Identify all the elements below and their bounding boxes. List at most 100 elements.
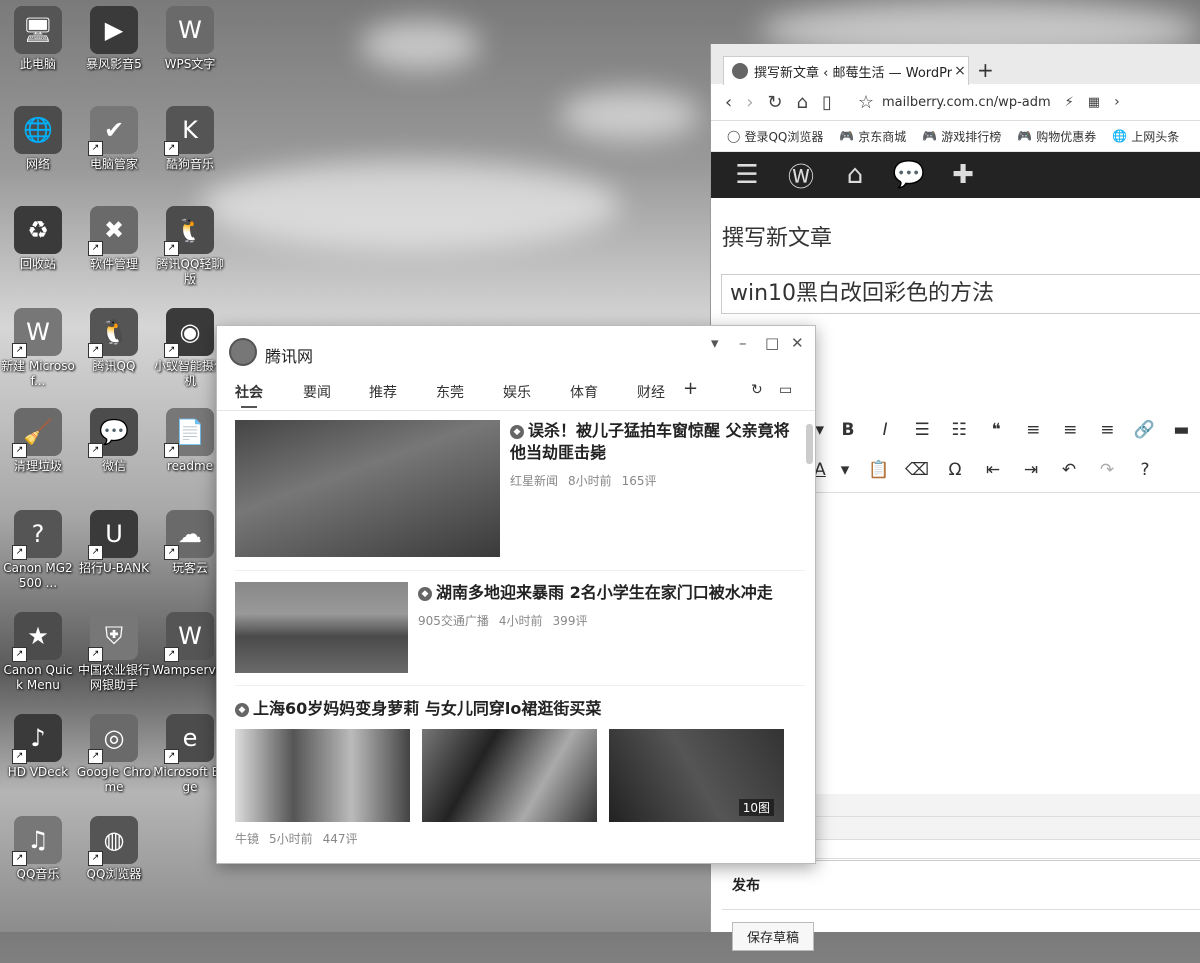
desktop-icon[interactable]: ◍ ↗ QQ浏览器 [76, 816, 152, 882]
desktop-icon[interactable]: 🌐 网络 [0, 106, 76, 172]
help-icon[interactable]: ? [1126, 460, 1164, 480]
news-tab[interactable]: 娱乐 [503, 382, 531, 402]
news-tab[interactable]: 社会 [235, 382, 263, 408]
reload-icon[interactable]: ↻ [767, 92, 782, 113]
post-title-input[interactable]: win10黑白改回彩色的方法 [721, 274, 1200, 314]
message-icon[interactable]: ▭ [779, 382, 792, 398]
news-tab[interactable]: 推荐 [369, 382, 397, 402]
address-bar[interactable]: mailberry.com.cn/wp-adm [882, 95, 1051, 110]
special-character-icon[interactable]: Ω [936, 460, 974, 480]
article-image[interactable]: 10图 [609, 729, 784, 822]
desktop-icon[interactable]: ⛨ ↗ 中国农业银行网银助手 [76, 612, 152, 693]
align-right-icon[interactable]: ≡ [1089, 420, 1126, 440]
desktop-icon[interactable]: 🐧 ↗ 腾讯QQ [76, 308, 152, 374]
dropdown-icon[interactable]: ▾ [711, 334, 719, 352]
reading-mode-icon[interactable]: ▯ [822, 92, 832, 113]
news-tab[interactable]: 财经 [637, 382, 665, 402]
news-tab[interactable]: 东莞 [436, 382, 464, 402]
wordpress-logo-icon[interactable]: Ⓦ [783, 157, 819, 194]
lightning-icon[interactable]: ⚡ [1065, 95, 1074, 110]
more-chevron-icon[interactable]: › [1114, 94, 1120, 110]
toolbar-toggle-icon[interactable]: ▬ [1163, 420, 1200, 440]
app-icon: 🌐 [14, 106, 62, 154]
bookmark-icon: ◯ [727, 129, 741, 143]
app-glyph-icon: ◎ [103, 724, 125, 752]
article-title[interactable]: ◆ 误杀！被儿子猛拍车窗惊醒 父亲竟将他当劫匪击毙 [510, 420, 802, 464]
app-icon: ★ ↗ [12, 612, 62, 662]
home-icon[interactable]: ⌂ [797, 92, 808, 113]
bullet-list-icon[interactable]: ☰ [904, 420, 941, 440]
bold-icon[interactable]: B [830, 420, 867, 440]
blockquote-icon[interactable]: ❝ [978, 420, 1015, 440]
app-glyph-icon: 🧹 [23, 418, 53, 446]
desktop-icon[interactable]: 💬 ↗ 微信 [76, 408, 152, 474]
align-left-icon[interactable]: ≡ [1015, 420, 1052, 440]
italic-icon[interactable]: I [867, 420, 904, 440]
qr-code-icon[interactable]: ▦ [1088, 95, 1100, 110]
desktop-icon[interactable]: U ↗ 招行U-BANK [76, 510, 152, 576]
text-color-dropdown-icon[interactable]: ▾ [830, 460, 860, 480]
article-title[interactable]: ◆ 湖南多地迎来暴雨 2名小学生在家门口被水冲走 [418, 582, 798, 604]
desktop-icon[interactable]: 🧹 ↗ 清理垃圾 [0, 408, 76, 474]
new-tab-button[interactable]: + [977, 58, 994, 82]
close-icon[interactable]: ✕ [791, 334, 804, 352]
bookmark-item[interactable]: 🎮 京东商城 [839, 128, 906, 145]
app-glyph-icon: 🐧 [99, 318, 129, 346]
desktop-icon[interactable]: ♻ 回收站 [0, 206, 76, 272]
outdent-icon[interactable]: ⇤ [974, 460, 1012, 480]
refresh-icon[interactable]: ↻ [751, 382, 763, 398]
desktop-icon[interactable]: W WPS文字 [152, 6, 228, 72]
new-content-icon[interactable]: ✚ [945, 160, 981, 190]
tab-close-icon[interactable]: × [952, 63, 968, 79]
desktop-icon[interactable]: 🖥 此电脑 [0, 6, 76, 72]
desktop-icon[interactable]: ♫ ↗ QQ音乐 [0, 816, 76, 882]
bookmark-item[interactable]: 🌐 上网头条 [1112, 128, 1179, 145]
desktop-icon[interactable]: ◎ ↗ Google Chrome [76, 714, 152, 795]
app-glyph-icon: e [182, 724, 198, 752]
article-image[interactable] [422, 729, 597, 822]
desktop-icon[interactable]: ▶ 暴风影音5 [76, 6, 152, 72]
news-tab[interactable]: 体育 [570, 382, 598, 402]
add-tab-icon[interactable]: + [683, 378, 698, 399]
bookmark-item[interactable]: ◯ 登录QQ浏览器 [727, 128, 823, 145]
desktop-icon[interactable]: 🐧 ↗ 腾讯QQ轻聊版 [152, 206, 228, 287]
article-image[interactable] [235, 729, 410, 822]
desktop-icon[interactable]: ♪ ↗ HD VDeck [0, 714, 76, 780]
post-content-editor[interactable] [810, 492, 1200, 793]
save-draft-button[interactable]: 保存草稿 [732, 922, 815, 951]
comments-icon[interactable]: 💬 [891, 160, 927, 190]
browser-tab[interactable]: 撰写新文章 ‹ 邮莓生活 — WordPress × [723, 56, 969, 85]
numbered-list-icon[interactable]: ☷ [941, 420, 978, 440]
desktop-icon-label: 清理垃圾 [13, 459, 62, 473]
desktop-icon-label: 微信 [101, 459, 126, 473]
maximize-icon[interactable]: □ [765, 334, 779, 352]
editor-toolbar: ▾ B I ☰ ☷ ❝ ≡ ≡ ≡ 🔗 ▬ A ▾ 📋 ⌫ Ω ⇤ ⇥ ↶ ↷ … [810, 410, 1200, 490]
home-icon[interactable]: ⌂ [837, 160, 873, 190]
desktop-icon[interactable]: K ↗ 酷狗音乐 [152, 106, 228, 172]
desktop-icon[interactable]: ? ↗ Canon MG2500 ... [0, 510, 76, 591]
link-icon[interactable]: 🔗 [1126, 420, 1163, 440]
paste-text-icon[interactable]: 📋 [860, 460, 898, 480]
article-image[interactable] [235, 582, 408, 673]
favorite-star-icon[interactable]: ☆ [858, 92, 874, 113]
menu-icon[interactable]: ☰ [729, 160, 765, 190]
desktop-icon[interactable]: ★ ↗ Canon Quick Menu [0, 612, 76, 693]
desktop-icon-label: HD VDeck [7, 765, 69, 779]
clear-formatting-icon[interactable]: ⌫ [898, 460, 936, 480]
back-icon[interactable]: ‹ [725, 92, 732, 113]
minimize-icon[interactable]: – [739, 334, 747, 352]
desktop-icon[interactable]: ✖ ↗ 软件管理 [76, 206, 152, 272]
news-tab[interactable]: 要闻 [303, 382, 331, 402]
bookmark-item[interactable]: 🎮 购物优惠券 [1017, 128, 1096, 145]
scrollbar[interactable] [806, 424, 813, 464]
indent-icon[interactable]: ⇥ [1012, 460, 1050, 480]
desktop-icon[interactable]: ✔ ↗ 电脑管家 [76, 106, 152, 172]
undo-icon[interactable]: ↶ [1050, 460, 1088, 480]
align-center-icon[interactable]: ≡ [1052, 420, 1089, 440]
forward-icon[interactable]: › [746, 92, 753, 113]
article-image[interactable] [235, 420, 500, 557]
bookmark-item[interactable]: 🎮 游戏排行榜 [922, 128, 1001, 145]
desktop-icon[interactable]: W ↗ 新建 Microsof... [0, 308, 76, 389]
article-title[interactable]: ◆ 上海60岁妈妈变身萝莉 与女儿同穿lo裙逛街买菜 [235, 698, 805, 720]
redo-icon[interactable]: ↷ [1088, 460, 1126, 480]
